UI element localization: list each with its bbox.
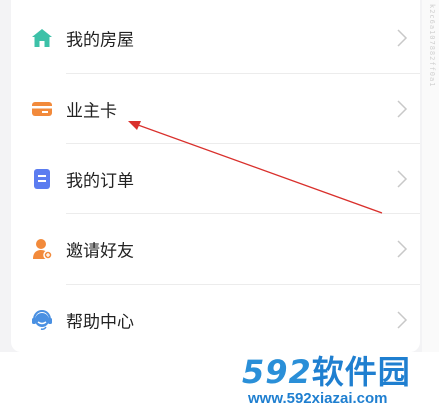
annotation-arrow-line bbox=[137, 124, 383, 214]
annotation-overlay bbox=[128, 121, 383, 214]
